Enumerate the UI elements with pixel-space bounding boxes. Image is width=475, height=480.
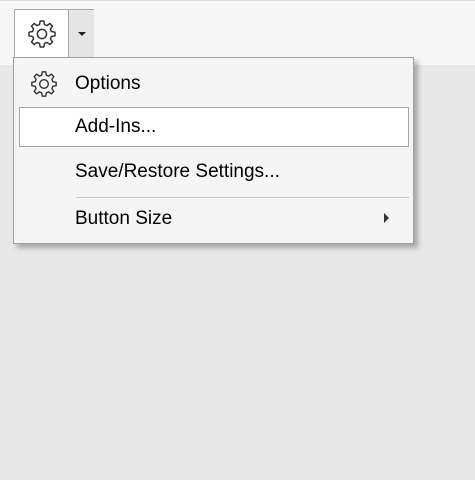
chevron-right-icon [384, 213, 389, 223]
menu-separator [76, 197, 409, 198]
settings-split-button[interactable] [14, 9, 94, 59]
menu-item-label: Save/Restore Settings... [75, 161, 280, 182]
settings-dropdown-menu: Options Add-Ins... Save/Restore Settings… [13, 57, 414, 244]
toolbar [0, 0, 475, 65]
settings-button[interactable] [15, 10, 68, 58]
caret-down-icon [77, 32, 86, 36]
menu-item-options[interactable]: Options [19, 64, 409, 104]
settings-dropdown-arrow[interactable] [68, 10, 94, 58]
menu-item-button-size[interactable]: Button Size [19, 199, 409, 239]
menu-item-label: Add-Ins... [75, 116, 157, 137]
menu-item-label: Options [75, 73, 141, 94]
gear-icon [27, 20, 56, 48]
gear-icon [29, 69, 59, 99]
menu-item-add-ins[interactable]: Add-Ins... [19, 107, 409, 147]
menu-item-save-restore-settings[interactable]: Save/Restore Settings... [19, 152, 409, 192]
menu-item-label: Button Size [75, 208, 173, 229]
